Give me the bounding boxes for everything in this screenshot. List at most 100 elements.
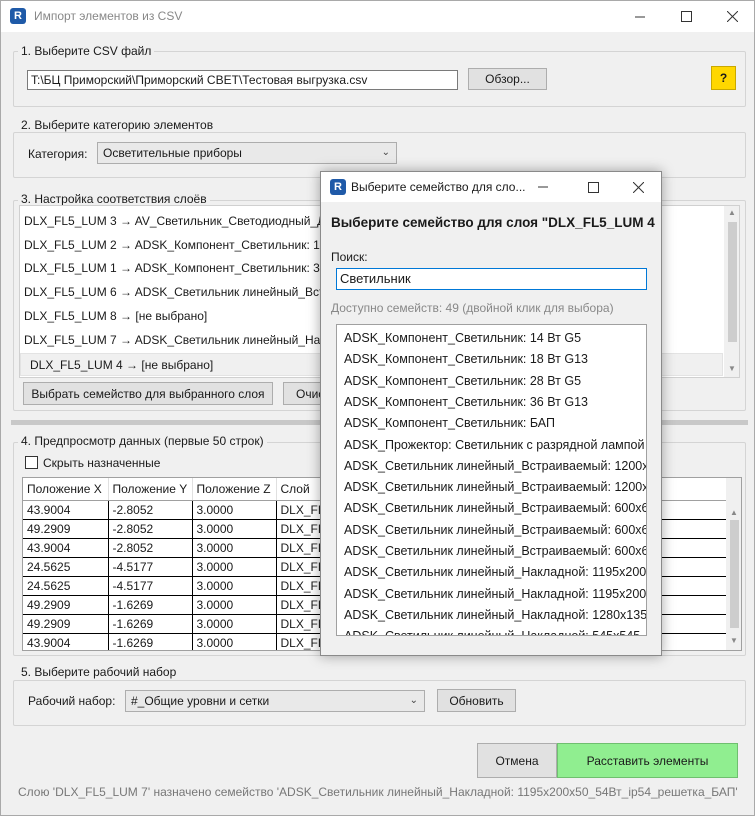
- grid-scrollbar[interactable]: ▲ ▼: [726, 478, 741, 650]
- place-elements-button[interactable]: Расставить элементы: [557, 743, 738, 778]
- dialog-maximize-button[interactable]: [570, 172, 616, 202]
- close-icon: [726, 11, 738, 22]
- table-cell[interactable]: -1.6269: [108, 633, 193, 650]
- table-cell[interactable]: -4.5177: [108, 576, 193, 596]
- family-list-item[interactable]: ADSK_Прожектор: Светильник с разрядной л…: [344, 435, 644, 456]
- scroll-thumb[interactable]: [728, 222, 737, 342]
- cancel-button[interactable]: Отмена: [477, 743, 557, 778]
- table-cell[interactable]: 43.9004: [23, 500, 109, 520]
- list-item[interactable]: DLX_FL5_LUM 2 → ADSK_Компонент_Светильни…: [24, 234, 338, 257]
- scroll-down-icon[interactable]: ▼: [730, 636, 738, 645]
- dialog-title-bar: R Выберите семейство для сло...: [321, 172, 661, 202]
- maximize-button[interactable]: [663, 1, 709, 32]
- scroll-up-icon[interactable]: ▲: [730, 508, 738, 517]
- family-list-item[interactable]: ADSK_Светильник линейный_Накладной: 1195…: [344, 584, 646, 605]
- dialog-minimize-button[interactable]: [520, 172, 566, 202]
- scroll-down-icon[interactable]: ▼: [728, 364, 736, 373]
- refresh-button[interactable]: Обновить: [437, 689, 516, 712]
- minimize-icon: [538, 186, 548, 188]
- preview-group-title: 4. Предпросмотр данных (первые 50 строк): [18, 434, 267, 448]
- table-cell[interactable]: -1.6269: [108, 595, 193, 615]
- close-icon: [632, 181, 644, 193]
- table-cell[interactable]: 3.0000: [192, 595, 277, 615]
- family-list-item[interactable]: ADSK_Светильник линейный_Встраиваемый: 1…: [344, 456, 646, 477]
- table-cell[interactable]: -2.8052: [108, 500, 193, 520]
- dialog-title: Выберите семейство для сло...: [351, 180, 526, 194]
- table-cell[interactable]: -1.6269: [108, 614, 193, 634]
- column-header[interactable]: Положение Y: [108, 478, 193, 501]
- scroll-up-icon[interactable]: ▲: [728, 208, 736, 217]
- table-cell[interactable]: 3.0000: [192, 614, 277, 634]
- browse-button[interactable]: Обзор...: [468, 68, 547, 90]
- revit-app-icon: R: [330, 179, 346, 195]
- dialog-close-button[interactable]: [615, 172, 661, 202]
- table-cell[interactable]: 3.0000: [192, 576, 277, 596]
- title-bar: R Импорт элементов из CSV: [1, 1, 754, 32]
- minimize-button[interactable]: [617, 1, 663, 32]
- family-list-item[interactable]: ADSK_Светильник линейный_Встраиваемый: 1…: [344, 477, 646, 498]
- family-list-item[interactable]: ADSK_Компонент_Светильник: БАП: [344, 413, 555, 434]
- family-list-item[interactable]: ADSK_Светильник линейный_Встраиваемый: 6…: [344, 520, 646, 541]
- minimize-icon: [635, 16, 645, 17]
- table-cell[interactable]: 24.5625: [23, 576, 109, 596]
- workset-label: Рабочий набор:: [28, 694, 116, 708]
- list-item[interactable]: DLX_FL5_LUM 6 → ADSK_Светильник линейный…: [24, 281, 338, 304]
- help-button[interactable]: ?: [711, 66, 736, 90]
- table-cell[interactable]: 24.5625: [23, 557, 109, 577]
- search-input[interactable]: Светильник: [336, 268, 647, 290]
- workset-dropdown[interactable]: #_Общие уровни и сетки ⌄: [125, 690, 425, 712]
- hide-assigned-label: Скрыть назначенные: [43, 456, 161, 470]
- list-item[interactable]: DLX_FL5_LUM 3 → AV_Светильник_Светодиодн…: [24, 210, 342, 233]
- table-cell[interactable]: 3.0000: [192, 519, 277, 539]
- close-button[interactable]: [709, 1, 755, 32]
- table-cell[interactable]: -2.8052: [108, 538, 193, 558]
- workset-value: #_Общие уровни и сетки: [131, 694, 270, 708]
- revit-app-icon: R: [10, 8, 26, 24]
- family-list-item[interactable]: ADSK_Компонент_Светильник: 18 Вт G13: [344, 349, 588, 370]
- table-cell[interactable]: 43.9004: [23, 633, 109, 650]
- family-list-item[interactable]: ADSK_Светильник линейный_Встраиваемый: 6…: [344, 541, 646, 562]
- family-list-item[interactable]: ADSK_Светильник линейный_Накладной: 1280…: [344, 605, 646, 626]
- table-cell[interactable]: -4.5177: [108, 557, 193, 577]
- family-list-item[interactable]: ADSK_Компонент_Светильник: 14 Вт G5: [344, 328, 581, 349]
- csv-file-group-title: 1. Выберите CSV файл: [18, 44, 155, 58]
- table-cell[interactable]: 49.2909: [23, 614, 109, 634]
- table-cell[interactable]: 43.9004: [23, 538, 109, 558]
- table-cell[interactable]: 3.0000: [192, 538, 277, 558]
- chevron-down-icon: ⌄: [409, 695, 418, 706]
- available-count: Доступно семейств: 49 (двойной клик для …: [331, 301, 614, 315]
- choose-family-button[interactable]: Выбрать семейство для выбранного слоя: [23, 382, 273, 405]
- category-group-title: 2. Выберите категорию элементов: [18, 118, 217, 132]
- list-item[interactable]: DLX_FL5_LUM 1 → ADSK_Компонент_Светильни…: [24, 257, 338, 280]
- layer-list-scrollbar[interactable]: ▲ ▼: [724, 206, 739, 377]
- category-value: Осветительные приборы: [103, 146, 242, 160]
- family-list-item[interactable]: ADSK_Компонент_Светильник: 28 Вт G5: [344, 371, 581, 392]
- column-header[interactable]: Положение X: [23, 478, 109, 501]
- window-title: Импорт элементов из CSV: [34, 9, 183, 23]
- table-cell[interactable]: 3.0000: [192, 557, 277, 577]
- list-item[interactable]: DLX_FL5_LUM 7 → ADSK_Светильник линейный…: [24, 329, 339, 352]
- family-list-item[interactable]: ADSK_Компонент_Светильник: 36 Вт G13: [344, 392, 588, 413]
- dialog-heading: Выберите семейство для слоя "DLX_FL5_LUM…: [331, 215, 655, 230]
- family-list[interactable]: ADSK_Компонент_Светильник: 14 Вт G5 ADSK_…: [336, 324, 647, 636]
- csv-path-field[interactable]: T:\БЦ Приморский\Приморский СВЕТ\Тестова…: [27, 70, 458, 90]
- table-cell[interactable]: 3.0000: [192, 633, 277, 650]
- choose-family-dialog: R Выберите семейство для сло... Выберите…: [320, 171, 662, 656]
- table-cell[interactable]: 49.2909: [23, 595, 109, 615]
- family-list-item[interactable]: ADSK_Светильник линейный_Накладной: 1195…: [344, 562, 646, 583]
- workset-group-title: 5. Выберите рабочий набор: [18, 665, 180, 679]
- hide-assigned-checkbox[interactable]: [25, 456, 38, 469]
- family-list-item[interactable]: ADSK_Светильник линейный_Встраиваемый: 6…: [344, 498, 646, 519]
- table-cell[interactable]: 49.2909: [23, 519, 109, 539]
- column-header[interactable]: Положение Z: [192, 478, 277, 501]
- category-dropdown[interactable]: Осветительные приборы ⌄: [97, 142, 397, 164]
- list-item[interactable]: DLX_FL5_LUM 8 → [не выбрано]: [24, 305, 207, 328]
- maximize-icon: [587, 181, 599, 193]
- table-cell[interactable]: 3.0000: [192, 500, 277, 520]
- scroll-thumb[interactable]: [730, 520, 739, 628]
- family-list-item[interactable]: ADSK_Светильник линейный_Накладной: 545x…: [344, 626, 640, 635]
- category-label: Категория:: [28, 147, 88, 161]
- chevron-down-icon: ⌄: [381, 147, 390, 158]
- table-cell[interactable]: -2.8052: [108, 519, 193, 539]
- search-label: Поиск:: [331, 250, 368, 264]
